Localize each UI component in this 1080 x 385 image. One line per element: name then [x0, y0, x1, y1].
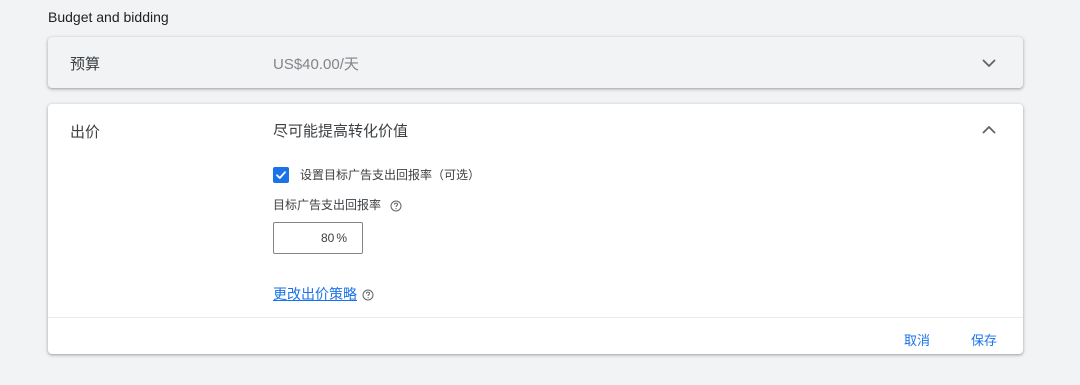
target-roas-input[interactable]: 80 % — [273, 222, 363, 254]
target-roas-checkbox-row[interactable]: 设置目标广告支出回报率（可选） — [273, 166, 480, 183]
target-roas-checkbox[interactable] — [273, 166, 289, 183]
footer-divider — [48, 317, 1023, 318]
target-roas-field-label: 目标广告支出回报率 — [273, 198, 382, 212]
bidding-card: 出价 尽可能提高转化价值 设置目标广告支出回报率（可选） 目标广告支出回报率 8… — [48, 104, 1023, 354]
target-roas-checkbox-label: 设置目标广告支出回报率（可选） — [300, 168, 481, 182]
chevron-down-icon[interactable] — [981, 55, 997, 71]
change-strategy-row: 更改出价策略 — [273, 284, 374, 304]
save-button[interactable]: 保存 — [971, 330, 997, 349]
budget-and-bidding-panel: Budget and bidding 预算 US$40.00/天 出价 尽可能提… — [0, 0, 1080, 385]
change-bid-strategy-link[interactable]: 更改出价策略 — [273, 284, 357, 304]
cancel-button[interactable]: 取消 — [904, 330, 930, 349]
target-roas-value: 80 — [320, 231, 335, 245]
bidding-strategy-value: 尽可能提高转化价值 — [273, 123, 409, 140]
help-icon[interactable] — [362, 288, 374, 301]
help-icon[interactable] — [390, 199, 402, 211]
section-title: Budget and bidding — [48, 9, 169, 25]
budget-card[interactable]: 预算 US$40.00/天 — [48, 37, 1023, 88]
bidding-label: 出价 — [70, 124, 101, 141]
chevron-up-icon[interactable] — [981, 122, 997, 138]
budget-value: US$40.00/天 — [273, 56, 359, 73]
target-roas-unit: % — [336, 231, 347, 245]
checkmark-icon — [276, 170, 286, 179]
budget-label: 预算 — [70, 56, 101, 73]
target-roas-field-label-row: 目标广告支出回报率 — [273, 196, 402, 213]
